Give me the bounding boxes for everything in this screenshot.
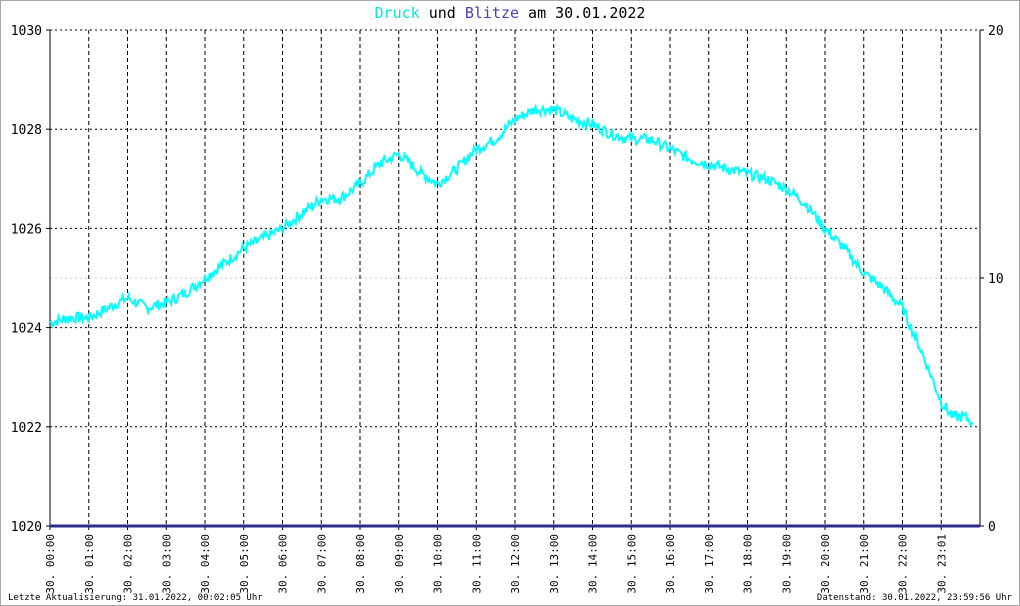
data-status-text: Datenstand: 30.01.2022, 23:59:56 Uhr [816, 593, 1012, 603]
x-tick-label: 30. 02:00 [122, 534, 135, 594]
y-tick-label-left: 1022 [11, 421, 42, 436]
x-tick-label: 30. 10:00 [432, 534, 445, 594]
x-tick-label: 30. 07:00 [315, 534, 328, 594]
x-tick-label: 30. 15:00 [625, 534, 638, 594]
series [49, 102, 980, 528]
x-tick-label: 30. 03:00 [160, 534, 173, 594]
x-tick-label: 30. 01:00 [83, 534, 96, 594]
x-tick-label: 30. 12:00 [509, 534, 522, 594]
y-tick-label-left: 1028 [11, 123, 42, 138]
chart-svg: 1020102210241026102810300102030. 00:00 30… [11, 24, 1004, 594]
x-tick-label: 30. 05:00 [238, 534, 251, 594]
x-tick-label: 30. 18:00 [742, 534, 755, 594]
x-tick-label: 30. 08:00 [354, 534, 367, 594]
axes [46, 29, 984, 530]
x-tick-label: 30. 14:00 [587, 534, 600, 594]
x-tick-label: 30. 21:00 [858, 534, 871, 594]
x-tick-label: 30. 00:00 [44, 534, 57, 594]
x-tick-label: 30. 23:01 [935, 534, 948, 594]
y-tick-label-right: 10 [988, 272, 1004, 287]
x-tick-label: 30. 17:00 [703, 534, 716, 594]
series-line-druck [49, 102, 974, 428]
x-tick-label: 30. 04:00 [199, 534, 212, 594]
y-tick-label-left: 1024 [11, 322, 42, 337]
grid [50, 30, 980, 526]
x-tick-label: 30. 13:00 [548, 534, 561, 594]
y-tick-label-left: 1020 [11, 520, 42, 535]
y-tick-label-right: 0 [988, 520, 996, 535]
x-tick-label: 30. 22:00 [897, 534, 910, 594]
y-tick-label-right: 20 [988, 24, 1004, 39]
x-tick-label: 30. 20:00 [819, 534, 832, 594]
last-update-text: Letzte Aktualisierung: 31.01.2022, 00:02… [8, 593, 263, 603]
x-tick-label: 30. 09:00 [393, 534, 406, 594]
y-tick-label-left: 1030 [11, 24, 42, 39]
y-tick-label-left: 1026 [11, 222, 42, 237]
x-tick-label: 30. 06:00 [277, 534, 290, 594]
x-tick-label: 30. 16:00 [664, 534, 677, 594]
x-tick-label: 30. 11:00 [470, 534, 483, 594]
x-tick-label: 30. 19:00 [780, 534, 793, 594]
